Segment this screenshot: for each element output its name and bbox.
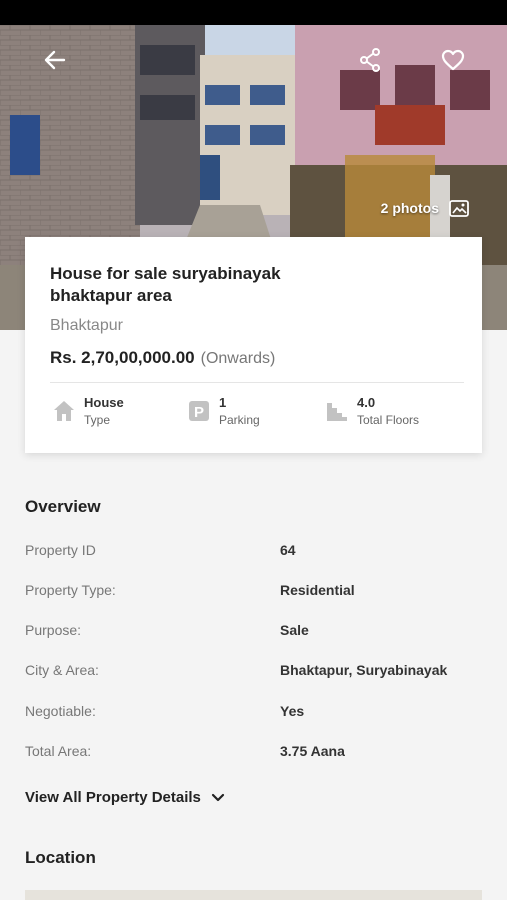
negotiable-label: Negotiable: — [25, 703, 96, 719]
property-id-label: Property ID — [25, 542, 96, 558]
location-map[interactable] — [25, 890, 482, 900]
feature-floors-label: Total Floors — [357, 413, 420, 427]
purpose-label: Purpose: — [25, 622, 82, 638]
purpose-value: Sale — [280, 622, 309, 638]
divider — [50, 382, 464, 383]
photos-count-label: 2 photos — [380, 200, 439, 216]
heart-icon — [441, 49, 465, 71]
total-area-label: Total Area: — [25, 743, 92, 759]
feature-parking-value: 1 — [219, 395, 227, 410]
favorite-button[interactable] — [438, 45, 468, 75]
arrow-left-icon — [44, 50, 66, 70]
svg-text:P: P — [194, 404, 204, 421]
feature-type-label: Type — [84, 413, 111, 427]
share-icon — [360, 48, 380, 72]
parking-icon: P — [189, 401, 209, 421]
price-row: Rs. 2,70,00,000.00 (Onwards) — [50, 348, 275, 368]
photos-count-button[interactable]: 2 photos — [381, 197, 471, 219]
listing-price: Rs. 2,70,00,000.00 — [50, 348, 195, 367]
chevron-down-icon — [211, 793, 225, 801]
listing-title: House for sale suryabinayak bhaktapur ar… — [50, 264, 281, 305]
gallery-icon — [449, 200, 469, 217]
feature-type: House Type — [52, 395, 124, 429]
city-area-label: City & Area: — [25, 662, 99, 678]
status-bar — [0, 0, 507, 25]
floors-icon — [327, 403, 347, 421]
price-note: (Onwards) — [200, 350, 276, 367]
feature-type-value: House — [84, 395, 124, 410]
total-area-value: 3.75 Aana — [280, 743, 345, 759]
share-button[interactable] — [355, 45, 385, 75]
feature-parking: P 1 Parking — [187, 395, 260, 429]
city-area-value: Bhaktapur, Suryabinayak — [280, 662, 448, 678]
feature-parking-label: Parking — [219, 413, 260, 427]
listing-city: Bhaktapur — [50, 317, 123, 334]
feature-floors-value: 4.0 — [357, 395, 376, 410]
back-button[interactable] — [40, 45, 70, 75]
property-id-value: 64 — [280, 542, 296, 558]
listing-summary-card: House for sale suryabinayak bhaktapur ar… — [25, 237, 482, 453]
feature-floors: 4.0 Total Floors — [325, 395, 419, 429]
negotiable-value: Yes — [280, 703, 305, 719]
house-icon — [54, 401, 74, 421]
property-type-value: Residential — [280, 582, 355, 598]
overview-title: Overview — [25, 497, 101, 516]
view-all-details-button[interactable]: View All Property Details — [25, 789, 225, 806]
property-type-label: Property Type: — [25, 582, 116, 598]
view-all-details-label: View All Property Details — [25, 789, 201, 806]
location-title: Location — [25, 848, 96, 867]
